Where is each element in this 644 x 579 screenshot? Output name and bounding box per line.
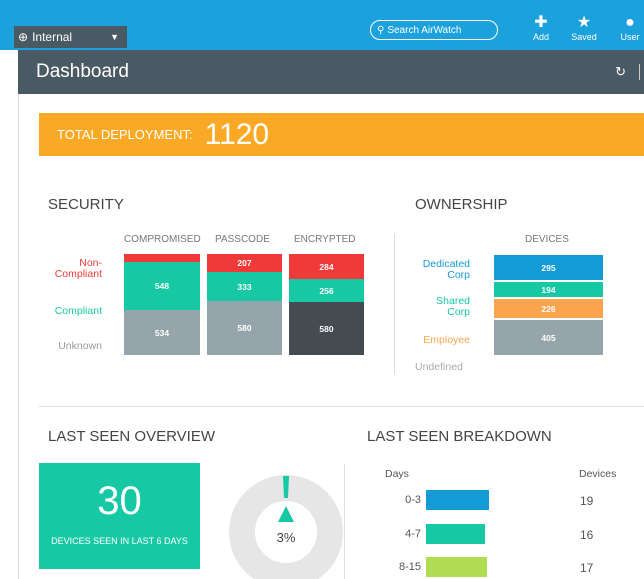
star-icon: ★ (576, 14, 592, 31)
days-4-7-bar[interactable] (426, 524, 485, 544)
employee-segment[interactable]: 226 (494, 299, 603, 318)
user-button[interactable]: ● User (612, 14, 644, 42)
column-encrypted: ENCRYPTED (294, 234, 356, 245)
search-label: Search AirWatch (387, 24, 462, 36)
refresh-icon[interactable]: ↻ (615, 64, 626, 80)
plus-icon: ✚ (534, 14, 548, 31)
row-divider (39, 406, 644, 407)
compromised-noncompliant-segment[interactable] (124, 254, 200, 262)
security-title: SECURITY (48, 196, 124, 213)
shared-corp-label: Shared Corp (402, 296, 470, 318)
compromised-compliant-segment[interactable]: 548 (124, 262, 200, 310)
dedicated-segment[interactable]: 295 (494, 255, 603, 280)
user-icon: ● (625, 14, 635, 31)
devices-seen-caption: DEVICES SEEN IN LAST 6 DAYS (51, 536, 188, 546)
noncompliant-label: Non- Compliant (40, 258, 102, 280)
devices-row-value: 16 (580, 528, 594, 542)
column-devices: DEVICES (525, 234, 569, 245)
shared-label-line2: Corp (447, 306, 470, 318)
days-row-label: 4-7 (405, 528, 421, 540)
search-box[interactable]: ⚲ Search AirWatch (370, 20, 498, 40)
globe-icon: ⊕ (18, 30, 29, 44)
devices-row-value: 17 (580, 561, 594, 575)
days-row-label: 0-3 (405, 494, 421, 506)
compliant-label: Compliant (54, 305, 102, 317)
ownership-title: OWNERSHIP (415, 196, 508, 213)
page-header: Dashboard ↻ (18, 50, 644, 94)
days-header: Days (385, 468, 409, 480)
search-icon: ⚲ (377, 24, 385, 36)
encrypted-unknown-segment[interactable]: 580 (289, 302, 364, 355)
days-8-15-bar[interactable] (426, 557, 487, 577)
up-arrow-icon (278, 506, 294, 522)
header-divider (639, 64, 640, 80)
saved-label: Saved (571, 32, 597, 42)
donut-slice (283, 476, 289, 498)
encrypted-noncompliant-segment[interactable]: 284 (289, 254, 364, 279)
undefined-segment[interactable]: 405 (494, 320, 603, 355)
devices-seen-tile[interactable]: 30 DEVICES SEEN IN LAST 6 DAYS (39, 463, 200, 569)
noncompliant-label-line2: Compliant (54, 268, 102, 280)
org-group-label: Internal (32, 30, 73, 44)
last-seen-breakdown-title: LAST SEEN BREAKDOWN (367, 428, 552, 445)
section-divider (394, 234, 395, 374)
add-button[interactable]: ✚ Add (523, 14, 559, 42)
passcode-noncompliant-segment[interactable]: 207 (207, 254, 282, 272)
last-seen-donut[interactable]: 3% (228, 474, 344, 579)
add-label: Add (532, 32, 549, 42)
last-seen-overview-title: LAST SEEN OVERVIEW (48, 428, 215, 445)
compromised-unknown-segment[interactable]: 534 (124, 310, 200, 355)
devices-row-value: 19 (580, 494, 594, 508)
shared-segment[interactable]: 194 (494, 282, 603, 297)
dedicated-label-line2: Corp (447, 269, 470, 281)
org-group-selector[interactable]: ⊕ Internal ▼ (14, 26, 127, 48)
chevron-down-icon: ▼ (110, 32, 119, 42)
donut-percent: 3% (277, 530, 296, 545)
days-0-3-bar[interactable] (426, 490, 489, 510)
column-passcode: PASSCODE (215, 234, 270, 245)
days-row-label: 8-15 (398, 561, 421, 573)
page-title: Dashboard (36, 61, 129, 82)
unknown-label: Unknown (58, 340, 102, 352)
devices-header: Devices (579, 468, 617, 480)
encrypted-compliant-segment[interactable]: 256 (289, 279, 364, 302)
saved-button[interactable]: ★ Saved (566, 14, 602, 42)
top-bar: ⊕ Internal ▼ ⚲ Search AirWatch ✚ Add ★ S… (0, 0, 644, 50)
undefined-label: Undefined (415, 361, 463, 373)
overview-divider (344, 464, 345, 579)
total-deployment-banner[interactable]: TOTAL DEPLOYMENT: 1120 (39, 113, 644, 156)
employee-label: Employee (423, 334, 470, 346)
total-deployment-label: TOTAL DEPLOYMENT: (57, 127, 193, 142)
devices-seen-count: 30 (97, 479, 142, 523)
passcode-compliant-segment[interactable]: 333 (207, 272, 282, 301)
passcode-unknown-segment[interactable]: 580 (207, 301, 282, 355)
dedicated-corp-label: Dedicated Corp (402, 259, 470, 281)
user-label: User (620, 32, 640, 42)
total-deployment-value: 1120 (204, 117, 270, 151)
column-compromised: COMPROMISED (124, 234, 201, 245)
